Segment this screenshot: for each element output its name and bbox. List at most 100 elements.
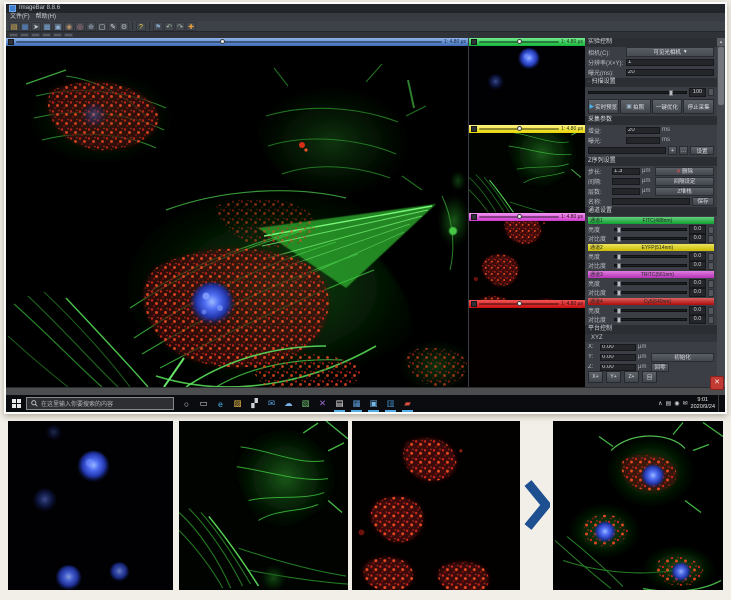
scan-slider-value[interactable]: 100: [689, 88, 706, 97]
snap-button[interactable]: ▣拍照: [620, 99, 651, 114]
thumb-dapi-image[interactable]: [469, 46, 585, 125]
auto-optimize-button[interactable]: 一键优化: [652, 99, 683, 114]
taskbar-icon-mail[interactable]: ✉: [263, 395, 280, 412]
menu-file[interactable]: 文件(F): [10, 13, 30, 21]
z-slices-field[interactable]: [612, 188, 640, 195]
thumb-channel-3[interactable]: 1: 4.80 μs: [469, 213, 585, 300]
channel-level-value[interactable]: 0.0: [689, 306, 706, 315]
taskbar-icon-photos[interactable]: ▧: [297, 395, 314, 412]
undo-icon[interactable]: ↶: [164, 22, 174, 31]
gain-field[interactable]: [626, 127, 660, 134]
channel-4-slider[interactable]: 1: 4.80 μs: [469, 300, 585, 308]
view-tab[interactable]: [53, 33, 62, 37]
channel-level-value[interactable]: 0.0: [689, 225, 706, 234]
main-viewport[interactable]: 1: 4.80 μs: [6, 38, 468, 387]
taskbar-icon-visual-studio[interactable]: ✕: [314, 395, 331, 412]
view-tab[interactable]: [20, 33, 29, 37]
save-icon[interactable]: ▦: [20, 22, 30, 31]
add-cross-icon[interactable]: ✚: [186, 22, 196, 31]
image-icon[interactable]: ▩: [42, 22, 52, 31]
taskbar-icon-gallery-app[interactable]: ▥: [382, 395, 399, 412]
tray-icon[interactable]: ◉: [674, 400, 679, 407]
z-range-field[interactable]: [612, 178, 640, 185]
merged-image-main[interactable]: [6, 46, 468, 387]
stage-yplus-button[interactable]: Y+: [606, 371, 621, 383]
z-save-button[interactable]: 保存: [692, 197, 714, 206]
taskbar-clock[interactable]: 9:012020/9/24: [691, 397, 715, 410]
redo-icon[interactable]: ↷: [175, 22, 185, 31]
scroll-up-icon[interactable]: ▲: [717, 38, 725, 46]
channel-level-slider[interactable]: [614, 318, 687, 321]
channel-2-slider[interactable]: 1: 4.80 μs: [469, 125, 585, 133]
channel-color-bar[interactable]: 通道4Cy5(640nm): [588, 298, 714, 305]
stage-z-field[interactable]: [600, 364, 636, 371]
flag-icon[interactable]: ⚑: [153, 22, 163, 31]
channel-level-spinner[interactable]: [708, 289, 714, 297]
show-desktop-button[interactable]: [718, 395, 722, 412]
apply-button[interactable]: 设置: [690, 146, 714, 155]
channel-color-bar[interactable]: 通道2EYFP(514nm): [588, 244, 714, 251]
channel-toggle-icon[interactable]: [471, 39, 477, 45]
more-button[interactable]: …: [679, 146, 688, 155]
scrollbar-thumb[interactable]: [718, 47, 724, 105]
channel-level-spinner[interactable]: [708, 253, 714, 261]
thumb-actin-image[interactable]: [469, 133, 585, 212]
tray-icon[interactable]: ▤: [666, 400, 672, 407]
stage-y-field[interactable]: [600, 354, 636, 361]
channel-level-slider[interactable]: [614, 264, 687, 267]
channel-level-value[interactable]: 0.0: [689, 288, 706, 297]
taskbar-icon-onedrive[interactable]: ☁: [280, 395, 297, 412]
target-icon[interactable]: ◎: [75, 22, 85, 31]
help-icon[interactable]: ?: [136, 22, 146, 31]
channel-level-value[interactable]: 0.0: [689, 279, 706, 288]
channel-level-spinner[interactable]: [708, 226, 714, 234]
channel-level-spinner[interactable]: [708, 307, 714, 315]
thumb-channel-2[interactable]: 1: 4.80 μs: [469, 125, 585, 212]
taskbar-icon-cortana[interactable]: ○: [178, 395, 195, 412]
taskbar-icon-document-app[interactable]: ▤: [331, 395, 348, 412]
stage-xplus-button[interactable]: X+: [588, 371, 603, 383]
close-button[interactable]: ✕: [710, 376, 724, 390]
menu-help[interactable]: 帮助(H): [36, 13, 56, 21]
channel-3-slider[interactable]: 1: 4.80 μs: [469, 213, 585, 221]
taskbar-icon-file-explorer[interactable]: ▨: [229, 395, 246, 412]
play-icon[interactable]: [8, 39, 14, 45]
channel-level-spinner[interactable]: [708, 262, 714, 270]
taskbar-icon-store[interactable]: ▞: [246, 395, 263, 412]
settings-icon[interactable]: ⚙: [119, 22, 129, 31]
stage-init-button[interactable]: 初始化: [651, 353, 714, 362]
channel-toggle-icon[interactable]: [471, 126, 477, 132]
exposure2-field[interactable]: [626, 137, 660, 144]
main-time-slider[interactable]: 1: 4.80 μs: [6, 38, 468, 46]
channel-level-value[interactable]: 0.0: [689, 315, 706, 324]
channel-1-slider[interactable]: 1: 4.80 μs: [469, 38, 585, 46]
channel-level-spinner[interactable]: [708, 316, 714, 324]
taskbar-icon-task-view[interactable]: ▭: [195, 395, 212, 412]
stage-home-button[interactable]: 回: [642, 371, 657, 383]
select-region-icon[interactable]: ▢: [97, 22, 107, 31]
channel-level-value[interactable]: 0.0: [689, 252, 706, 261]
stamp-icon[interactable]: ◉: [64, 22, 74, 31]
resolution-field[interactable]: [626, 59, 714, 66]
z-name-field[interactable]: [612, 198, 690, 205]
channel-level-value[interactable]: 0.0: [689, 234, 706, 243]
taskbar-icon-imaging-app[interactable]: ▣: [365, 395, 382, 412]
thumb-mito-image[interactable]: [469, 221, 585, 300]
channel-level-slider[interactable]: [614, 309, 687, 312]
stage-zplus-button[interactable]: Z+: [624, 371, 639, 383]
thumb-channel-4[interactable]: 1: 4.80 μs: [469, 300, 585, 387]
channel-level-slider[interactable]: [614, 291, 687, 294]
view-tab[interactable]: [42, 33, 51, 37]
exposure-field[interactable]: [626, 69, 714, 76]
open-folder-icon[interactable]: ▤: [9, 22, 19, 31]
z-delete-button[interactable]: ✕删除: [655, 167, 714, 176]
taskbar-icon-edge[interactable]: e: [212, 395, 229, 412]
taskbar-icon-album-app[interactable]: ▦: [348, 395, 365, 412]
channel-toggle-icon[interactable]: [471, 214, 477, 220]
view-tab[interactable]: [64, 33, 73, 37]
channel-color-bar[interactable]: 通道1FITC(488nm): [588, 217, 714, 224]
live-preview-button[interactable]: ▶实时预览: [588, 99, 619, 114]
thumb-cy5-image[interactable]: [469, 308, 585, 387]
taskbar-icon-image-editor[interactable]: ▰: [399, 395, 416, 412]
preset-field[interactable]: [588, 147, 666, 154]
